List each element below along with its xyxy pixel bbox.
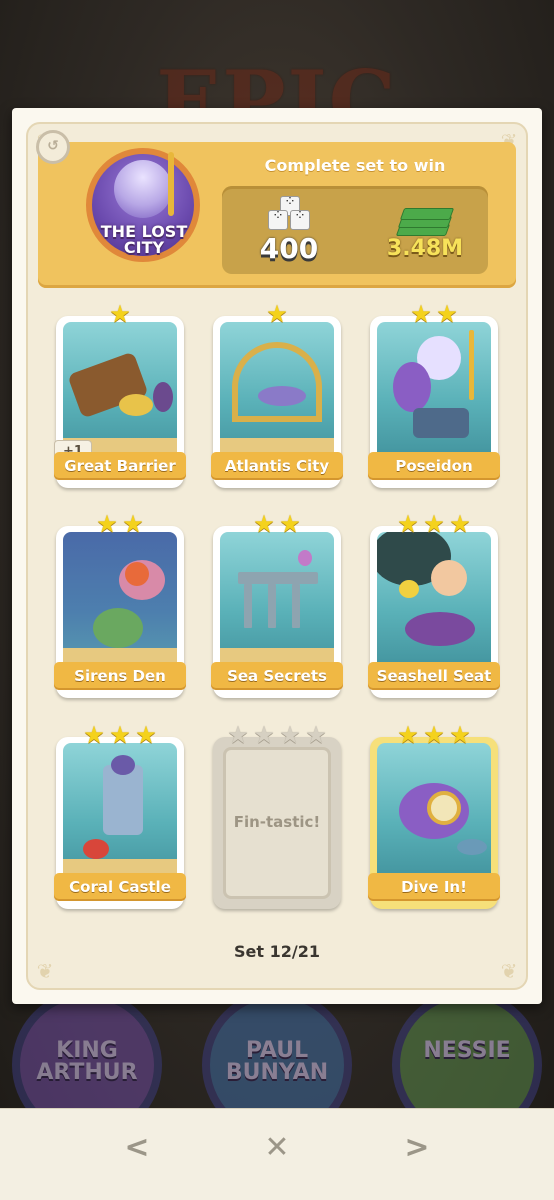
card-fin-tastic-missing[interactable]: Fin-tastic! ★ ★ ★ ★ [211, 723, 343, 913]
star-icon: ★ [135, 721, 157, 749]
star-icon: ★ [253, 510, 275, 538]
star-icon: ★ [449, 510, 471, 538]
star-icon: ★ [109, 721, 131, 749]
card-label: Great Barrier [54, 452, 186, 480]
trident-icon [168, 152, 174, 216]
cash-reward-value: 3.48M [386, 236, 464, 261]
corner-ornament-icon: ❦ [36, 959, 54, 983]
card-atlantis-city[interactable]: Atlantis City ★ [211, 302, 343, 492]
card-great-barrier[interactable]: +1 Great Barrier ★ [54, 302, 186, 492]
card-stars: ★ ★ [368, 302, 500, 326]
card-label: Poseidon [368, 452, 500, 480]
star-icon: ★ [449, 721, 471, 749]
star-icon: ★ [436, 300, 458, 328]
card-sea-secrets[interactable]: Sea Secrets ★ ★ [211, 512, 343, 702]
card-coral-castle[interactable]: Coral Castle ★ ★ ★ [54, 723, 186, 913]
star-icon: ★ [397, 721, 419, 749]
card-seashell-seat[interactable]: Seashell Seat ★ ★ ★ [368, 512, 500, 702]
corner-ornament-icon: ❦ [500, 959, 518, 983]
card-label: Sea Secrets [211, 662, 343, 690]
card-stars: ★ ★ [211, 512, 343, 536]
card-label: Coral Castle [54, 873, 186, 901]
card-dive-in[interactable]: Dive In! ★ ★ ★ [368, 723, 500, 913]
card-label: Seashell Seat [368, 662, 500, 690]
star-icon: ★ [109, 300, 131, 328]
card-stars: ★ ★ ★ [368, 723, 500, 747]
star-icon: ★ [96, 510, 118, 538]
card-label: Atlantis City [211, 452, 343, 480]
card-stars: ★ [211, 302, 343, 326]
card-label: Dive In! [368, 873, 500, 901]
star-icon: ★ [279, 510, 301, 538]
previous-set-button[interactable]: < [112, 1126, 162, 1170]
star-icon: ★ [410, 300, 432, 328]
next-set-button[interactable]: > [392, 1126, 442, 1170]
close-button[interactable]: ✕ [252, 1126, 302, 1170]
card-stars: ★ [54, 302, 186, 326]
card-label: Sirens Den [54, 662, 186, 690]
card-stars: ★ ★ ★ [54, 723, 186, 747]
star-icon: ★ [423, 721, 445, 749]
cash-stack-icon [392, 206, 455, 240]
star-icon: ★ [423, 510, 445, 538]
dice-reward-value: 400 [259, 232, 319, 265]
star-icon: ★ [83, 721, 105, 749]
star-empty-icon: ★ [279, 721, 301, 749]
star-empty-icon: ★ [253, 721, 275, 749]
star-empty-icon: ★ [227, 721, 249, 749]
star-empty-icon: ★ [305, 721, 327, 749]
set-name: THE LOST CITY [100, 222, 188, 257]
missing-card-name: Fin-tastic! [233, 813, 321, 831]
set-badge: THE LOST CITY [50, 146, 200, 270]
card-stars: ★ ★ ★ [368, 512, 500, 536]
star-icon: ★ [397, 510, 419, 538]
star-icon: ★ [266, 300, 288, 328]
card-sirens-den[interactable]: Sirens Den ★ ★ [54, 512, 186, 702]
card-stars: ★ ★ [54, 512, 186, 536]
poseidon-figure-icon [114, 160, 172, 218]
card-stars: ★ ★ ★ ★ [211, 723, 343, 747]
star-icon: ★ [122, 510, 144, 538]
set-progress: Set 12/21 [234, 942, 320, 961]
reward-title: Complete set to win [264, 156, 446, 175]
card-poseidon[interactable]: Poseidon ★ ★ [368, 302, 500, 492]
